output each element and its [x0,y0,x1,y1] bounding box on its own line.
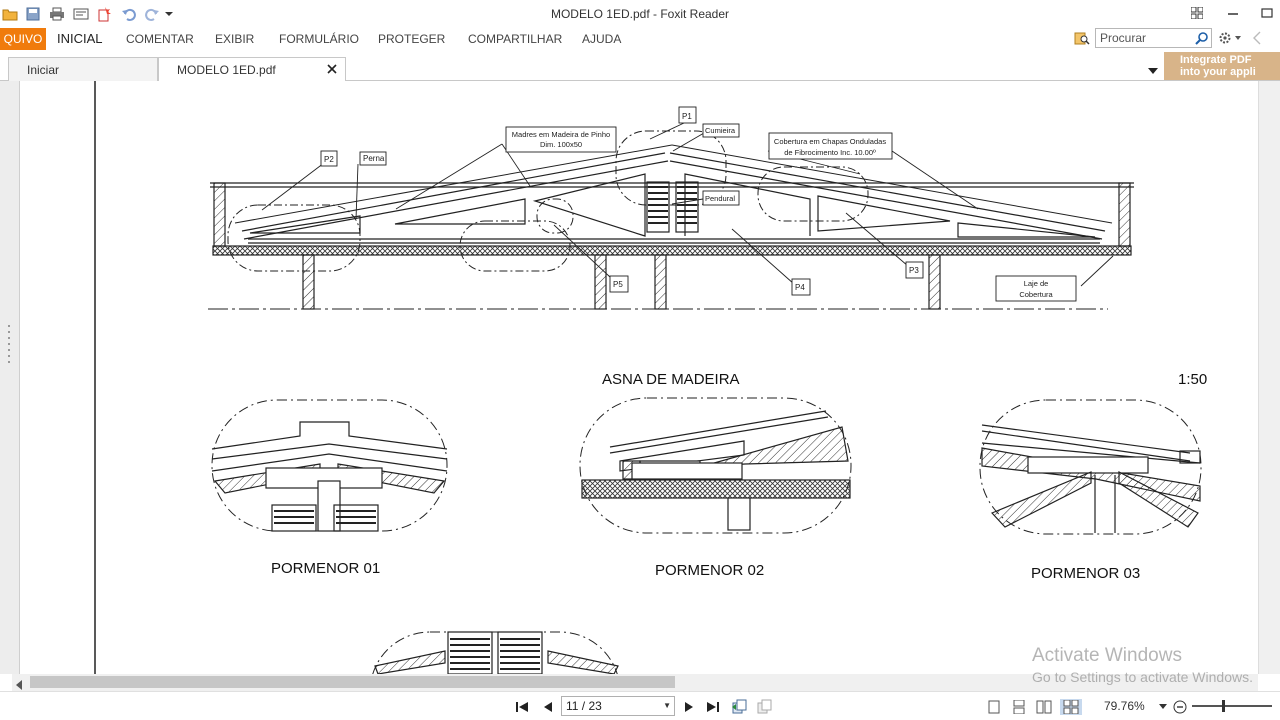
previous-page-icon[interactable] [540,699,556,715]
zoom-dropdown-icon[interactable] [1158,699,1168,715]
doc-tab-iniciar[interactable]: Iniciar [8,57,158,81]
find-icon[interactable] [1074,30,1090,46]
minimize-icon[interactable] [1222,4,1244,22]
truss-elevation [208,122,1134,310]
tab-file[interactable]: QUIVO [0,28,46,50]
tab-ajuda[interactable]: AJUDA [582,32,621,46]
drawing-title: ASNA DE MADEIRA [602,371,740,388]
window-title: MODELO 1ED.pdf - Foxit Reader [550,7,730,21]
zoom-level[interactable]: 79.76% [1104,699,1145,713]
doc-tab-label: MODELO 1ED.pdf [177,63,276,77]
settings-gear-icon[interactable] [1218,30,1244,46]
tab-compartilhar[interactable]: COMPARTILHAR [468,32,562,46]
detail-01-label: PORMENOR 01 [271,560,380,577]
navigation-pane-toggle[interactable] [0,81,20,674]
activate-windows-title: Activate Windows [1032,645,1182,666]
doc-tab-modelo[interactable]: MODELO 1ED.pdf [158,57,346,82]
detail-02 [579,397,852,534]
continuous-facing-view-icon[interactable] [1060,699,1082,715]
zoom-out-icon[interactable] [1172,699,1188,715]
detail-03-label: PORMENOR 03 [1031,565,1140,582]
first-page-icon[interactable] [514,699,530,715]
label-laje-2: Cobertura [1019,290,1053,299]
tab-comentar[interactable]: COMENTAR [126,32,194,46]
label-p2: P2 [324,155,334,164]
page-number-field[interactable]: 11 / 23 ▼ [561,696,675,716]
label-cobertura-1: Cobertura em Chapas Onduladas [774,137,886,146]
tab-proteger[interactable]: PROTEGER [378,32,445,46]
zoom-slider[interactable] [1192,700,1272,712]
next-view-icon[interactable] [756,699,772,715]
label-perna: Perna [363,154,385,163]
horizontal-scroll-thumb[interactable] [30,676,675,688]
label-p4: P4 [795,283,805,292]
activate-windows-subtitle: Go to Settings to activate Windows. [1032,669,1253,685]
maximize-icon[interactable] [1256,4,1278,22]
tab-inicial[interactable]: INICIAL [57,31,103,46]
close-tab-icon[interactable] [327,63,337,77]
detail-01 [211,399,448,532]
ribbon-tabs: QUIVO INICIAL COMENTAR EXIBIR FORMULÁRIO… [0,28,1280,52]
foxit-reader-window: MODELO 1ED.pdf - Foxit Reader QUIVO INIC… [0,0,1280,720]
label-cobertura-2: de Fibrocimento Inc. 10.00º [784,148,876,157]
tab-list-dropdown-icon[interactable] [1147,62,1159,74]
label-p5: P5 [613,280,623,289]
page-number-value: 11 / 23 [566,699,602,713]
drawing-scale: 1:50 [1178,371,1207,388]
truss-drawing: P2 Perna Madres em Madeira de Pinho Dim.… [94,81,1207,674]
single-page-view-icon[interactable] [986,699,1002,715]
search-icon[interactable] [1195,31,1209,50]
vertical-scrollbar[interactable] [1258,81,1280,674]
label-madres: Madres em Madeira de Pinho [512,130,610,139]
label-p1: P1 [682,112,692,121]
detail-04-partial [372,631,619,674]
page-dropdown-icon[interactable]: ▼ [663,697,671,715]
tab-formulario[interactable]: FORMULÁRIO [279,32,359,46]
search-input[interactable] [1096,29,1192,47]
label-madres-dim: Dim. 100x50 [540,140,582,149]
label-laje-1: Laje de [1024,279,1049,288]
detail-03 [979,399,1202,535]
status-bar: 11 / 23 ▼ 79.76% [0,691,1280,720]
label-p3: P3 [909,266,919,275]
pdf-page: P2 Perna Madres em Madeira de Pinho Dim.… [20,81,1258,674]
document-tab-bar: Iniciar MODELO 1ED.pdf Integrate PDF int… [0,52,1280,82]
zoom-slider-handle[interactable] [1222,700,1225,712]
facing-view-icon[interactable] [1036,699,1052,715]
detail-02-label: PORMENOR 02 [655,562,764,579]
integrate-banner[interactable]: Integrate PDF into your appli [1164,52,1280,80]
last-page-icon[interactable] [705,699,721,715]
previous-view-icon[interactable] [731,699,747,715]
tab-exibir[interactable]: EXIBIR [215,32,254,46]
doc-tab-label: Iniciar [27,63,60,77]
title-bar: MODELO 1ED.pdf - Foxit Reader [0,0,1280,28]
label-cumieira: Cumieira [705,126,736,135]
restore-layout-icon[interactable] [1186,4,1208,22]
search-field[interactable] [1095,28,1212,48]
collapse-ribbon-icon[interactable] [1252,31,1262,45]
label-pendural: Pendural [705,194,735,203]
continuous-view-icon[interactable] [1011,699,1027,715]
document-viewport[interactable]: P2 Perna Madres em Madeira de Pinho Dim.… [0,81,1280,674]
next-page-icon[interactable] [681,699,697,715]
